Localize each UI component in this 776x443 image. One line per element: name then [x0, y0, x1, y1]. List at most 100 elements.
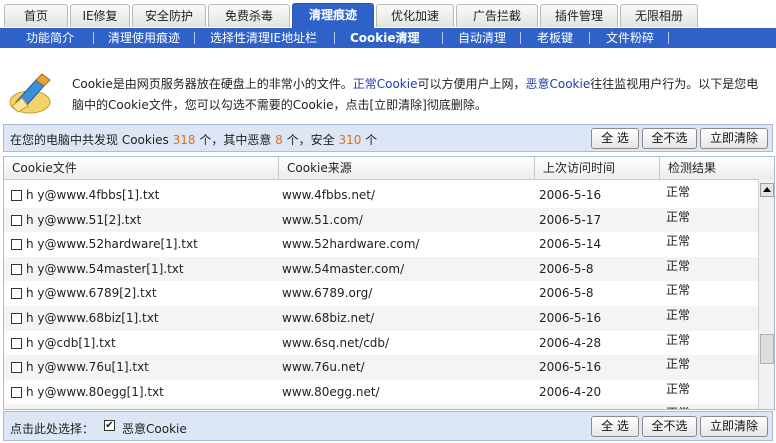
table-row[interactable]: h y@www.52hardware[1].txt www.52hardware.… [4, 232, 758, 257]
tab-clean-traces[interactable]: 清理痕迹 [292, 3, 374, 29]
last-visit-date: 2006-5-17 [539, 404, 601, 409]
divider [589, 32, 590, 44]
row-checkbox[interactable] [11, 337, 22, 349]
last-visit-date: 2006-5-16 [539, 311, 602, 325]
select-all-button[interactable]: 全 选 [591, 128, 639, 149]
tab-ad-block[interactable]: 广告拦截 [456, 4, 538, 27]
cookie-file-name: h y@www.76u[1].txt [26, 360, 149, 375]
cookie-source: www.8881.com/ [282, 404, 378, 409]
cookie-file-name: h y@www.54master[1].txt [26, 261, 184, 276]
divider [194, 32, 195, 44]
last-visit-date: 2006-5-16 [539, 360, 602, 375]
row-checkbox[interactable] [11, 190, 22, 201]
cookie-source: www.51.com/ [282, 212, 363, 227]
row-checkbox[interactable] [11, 313, 22, 324]
malicious-count: 8 [275, 133, 283, 147]
row-checkbox[interactable] [11, 263, 22, 275]
summary-bar: 在您的电脑中共发现 Cookies 318 个，其中恶意 8 个，安全 310 … [3, 124, 773, 152]
table-row[interactable]: h y@www.80egg[1].txt www.80egg.net/2006-4… [4, 380, 758, 405]
tab-security[interactable]: 安全防护 [132, 4, 206, 27]
broom-clean-icon [9, 73, 51, 114]
table-body: h y@www.4fbbs[1].txt www.4fbbs.net/2006-5… [4, 179, 758, 409]
summary-mid1: 个，其中恶意 [195, 133, 276, 147]
clear-now-button[interactable]: 立即清除 [700, 128, 768, 149]
tab-optimize[interactable]: 优化加速 [376, 4, 454, 27]
cookie-file-name: h y@www.68biz[1].txt [26, 311, 159, 325]
table-row[interactable]: h y@www.8881[1].txt www.8881.com/2006-5-1… [4, 401, 758, 409]
table-row[interactable]: h y@www.51[2].txt www.51.com/2006-5-17 正常 [4, 207, 758, 233]
column-header-result[interactable]: 检测结果 [660, 157, 774, 179]
summary-prefix: 在您的电脑中共发现 Cookies [10, 133, 173, 147]
tab-home[interactable]: 首页 [4, 4, 68, 27]
table-row[interactable]: h y@www.4fbbs[1].txt www.4fbbs.net/2006-5… [4, 183, 758, 208]
tab-photo-album[interactable]: 无限相册 [620, 4, 698, 27]
divider [668, 32, 669, 44]
last-visit-date: 2006-4-20 [539, 384, 602, 399]
column-header-last-visit[interactable]: 上次访问时间 [535, 157, 660, 179]
row-checkbox[interactable] [11, 362, 22, 374]
detection-result: 正常 [666, 357, 691, 372]
intro-text-part2: 可以方便用户上网， [417, 77, 526, 91]
intro-text-part1: Cookie是由网页服务器放在硬盘上的非常小的文件。 [72, 77, 353, 91]
scroll-up-arrow-icon [763, 187, 771, 192]
select-hint-label: 点击此处选择： [10, 422, 95, 436]
malicious-cookie-term: 恶意Cookie [525, 77, 591, 91]
last-visit-date: 2006-5-16 [539, 188, 602, 202]
last-visit-date: 2006-5-8 [539, 286, 594, 301]
cookie-source: www.6sq.net/cdb/ [282, 335, 390, 350]
footer-select-none-button[interactable]: 全不选 [642, 416, 697, 437]
tab-plugin-manager[interactable]: 插件管理 [540, 4, 618, 27]
cookie-file-name: h y@www.80egg[1].txt [26, 384, 164, 399]
table-row[interactable]: h y@www.54master[1].txt www.54master.com/… [4, 256, 758, 282]
scroll-up-button[interactable] [760, 183, 774, 197]
subtab-ie-address-clean[interactable]: 选择性清理IE地址栏 [210, 28, 317, 48]
subtab-file-shredder[interactable]: 文件粉碎 [606, 28, 654, 48]
subtab-boss-key[interactable]: 老板键 [537, 28, 573, 48]
cookie-source: www.4fbbs.net/ [282, 188, 376, 202]
cookie-file-name: h y@www.6789[2].txt [26, 286, 157, 301]
table-header: Cookie文件 Cookie来源 上次访问时间 检测结果 [4, 157, 774, 180]
table-row[interactable]: h y@www.76u[1].txt www.76u.net/2006-5-16 正… [4, 355, 758, 380]
last-visit-date: 2006-4-28 [539, 335, 602, 350]
subtab-cookie-clean[interactable]: Cookie清理 [350, 28, 420, 48]
row-checkbox[interactable] [11, 214, 22, 226]
summary-mid2: 个，安全 [282, 133, 339, 147]
divider [520, 32, 521, 44]
footer-select-all-button[interactable]: 全 选 [591, 416, 639, 437]
detection-result: 正常 [666, 209, 691, 224]
total-count: 318 [172, 133, 196, 147]
row-checkbox[interactable] [11, 386, 22, 398]
cookie-source: www.68biz.net/ [282, 311, 375, 325]
detection-result: 正常 [666, 258, 691, 273]
scroll-thumb[interactable] [760, 334, 774, 364]
cookie-file-name: h y@cdb[1].txt [26, 335, 116, 350]
row-checkbox[interactable] [11, 288, 22, 300]
tab-ie-repair[interactable]: IE修复 [70, 4, 130, 27]
cookie-source: www.76u.net/ [282, 360, 365, 375]
detection-result: 正常 [666, 381, 691, 396]
subtab-clean-usage[interactable]: 清理使用痕迹 [108, 28, 180, 48]
footer-bar: 点击此处选择： ✔ 恶意Cookie 全 选 全不选 立即清除 [3, 411, 773, 441]
tab-antivirus[interactable]: 免费杀毒 [208, 4, 290, 27]
column-header-file[interactable]: Cookie文件 [4, 157, 279, 179]
row-checkbox[interactable] [11, 239, 22, 251]
table-row[interactable]: h y@www.6789[2].txt www.6789.org/2006-5-8… [4, 281, 758, 306]
subtab-intro[interactable]: 功能简介 [26, 28, 74, 48]
subtab-auto-clean[interactable]: 自动清理 [458, 28, 506, 48]
summary-suffix: 个 [361, 133, 378, 147]
detection-result: 正常 [666, 185, 691, 199]
table-row[interactable]: h y@cdb[1].txt www.6sq.net/cdb/2006-4-28 正… [4, 331, 758, 356]
cookie-file-name: h y@www.52hardware[1].txt [26, 237, 198, 252]
footer-clear-now-button[interactable]: 立即清除 [700, 416, 768, 437]
normal-cookie-term: 正常Cookie [352, 77, 418, 91]
divider [442, 32, 443, 44]
vertical-scrollbar[interactable] [758, 179, 774, 409]
detection-result: 正常 [666, 308, 691, 322]
cookie-source: www.52hardware.com/ [282, 237, 420, 252]
select-none-button[interactable]: 全不选 [642, 128, 697, 149]
column-header-source[interactable]: Cookie来源 [279, 157, 535, 179]
cookie-table: Cookie文件 Cookie来源 上次访问时间 检测结果 h y@www.4f… [3, 156, 775, 410]
malicious-cookie-checkbox[interactable]: ✔ [104, 420, 115, 431]
detection-result: 正常 [666, 401, 690, 409]
table-row[interactable]: h y@www.68biz[1].txt www.68biz.net/2006-5… [4, 306, 758, 331]
